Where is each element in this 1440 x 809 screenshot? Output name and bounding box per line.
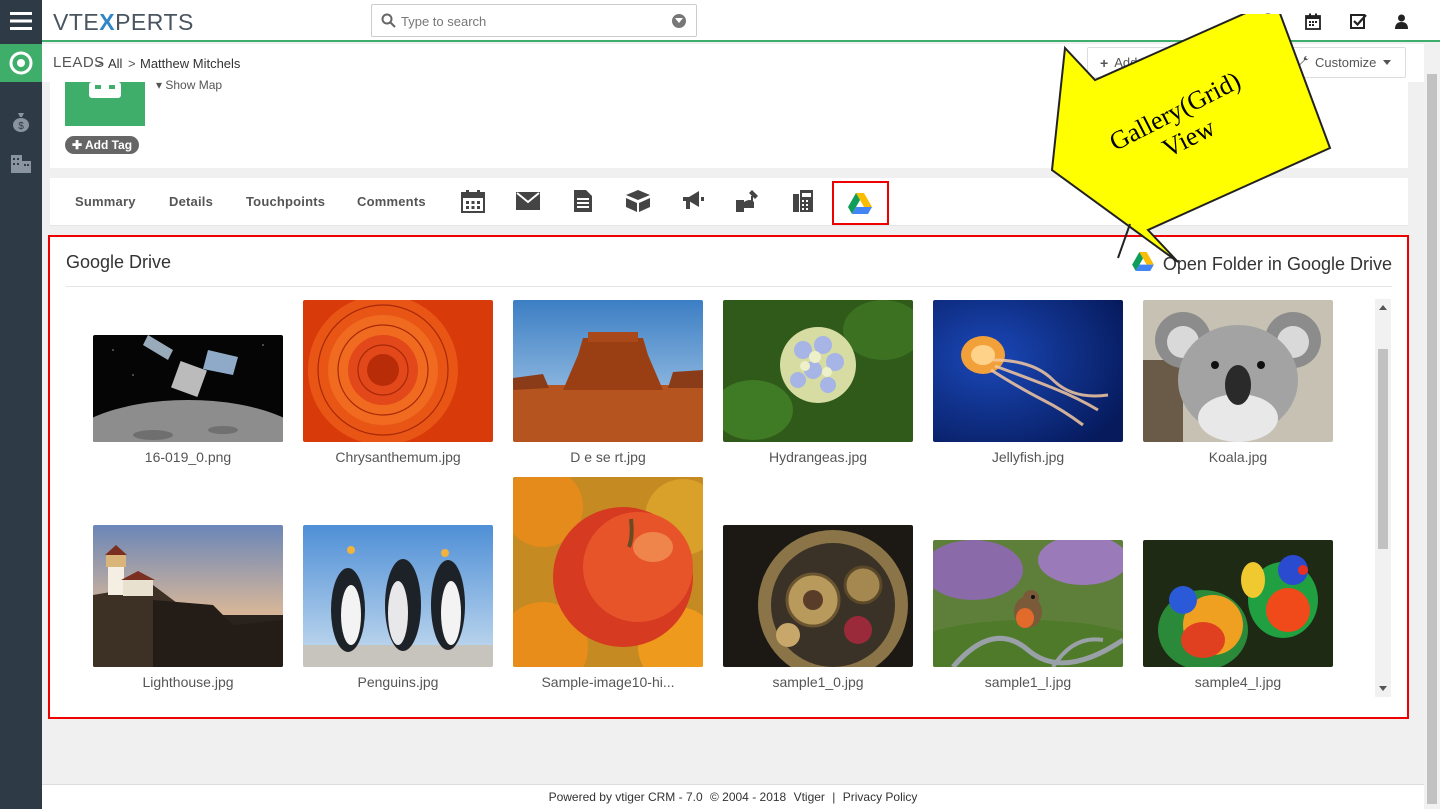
document-icon[interactable]	[570, 189, 596, 213]
chevron-right-icon: >	[95, 56, 103, 71]
file-thumbnail[interactable]	[1143, 300, 1333, 442]
tasks-checkbox-icon[interactable]	[1349, 12, 1367, 30]
scroll-up-icon[interactable]	[1379, 305, 1387, 310]
left-sidebar: $	[0, 0, 42, 809]
file-name[interactable]: 16-019_0.png	[93, 449, 283, 465]
search-icon	[381, 13, 396, 33]
tab-google-drive[interactable]	[832, 181, 889, 225]
file-thumbnail[interactable]	[93, 525, 283, 667]
vtiger-link[interactable]: Vtiger	[794, 790, 825, 804]
privacy-policy-link[interactable]: Privacy Policy	[843, 790, 918, 804]
file-thumbnail[interactable]	[303, 300, 493, 442]
file-name[interactable]: Chrysanthemum.jpg	[303, 449, 493, 465]
page-scroll-thumb[interactable]	[1427, 74, 1437, 804]
calendar-icon[interactable]	[460, 189, 486, 213]
file-thumbnail[interactable]	[513, 477, 703, 667]
divider	[66, 286, 1392, 287]
breadcrumb-record: Matthew Mitchels	[140, 56, 241, 71]
product-box-icon[interactable]	[625, 189, 651, 213]
google-drive-icon	[848, 193, 872, 219]
leads-module-icon[interactable]	[0, 44, 42, 82]
chevron-right-icon: >	[128, 56, 136, 71]
file-thumbnail[interactable]	[933, 300, 1123, 442]
tab-comments[interactable]: Comments	[357, 194, 426, 209]
svg-text:$: $	[18, 121, 24, 132]
email-icon[interactable]	[515, 189, 541, 213]
tab-summary[interactable]: Summary	[75, 194, 136, 209]
scroll-down-icon[interactable]	[1379, 686, 1387, 691]
file-name[interactable]: sample1_l.jpg	[933, 674, 1123, 690]
phone-icon[interactable]	[790, 189, 816, 213]
tab-details[interactable]: Details	[169, 194, 213, 209]
file-name[interactable]: Penguins.jpg	[303, 674, 493, 690]
file-name[interactable]: Lighthouse.jpg	[93, 674, 283, 690]
footer: Powered by vtiger CRM - 7.0 © 2004 - 201…	[42, 784, 1424, 809]
lead-avatar	[65, 82, 145, 126]
file-name[interactable]: Hydrangeas.jpg	[723, 449, 913, 465]
panel-title: Google Drive	[66, 252, 172, 272]
caret-down-icon	[1383, 60, 1392, 65]
money-bag-icon[interactable]: $	[0, 104, 42, 140]
gallery-scrollbar[interactable]	[1375, 299, 1391, 697]
file-name[interactable]: Sample-image10-hi...	[513, 674, 703, 690]
plus-circle-icon: ✚	[72, 138, 83, 152]
file-thumbnail[interactable]	[723, 525, 913, 667]
file-thumbnail[interactable]	[723, 300, 913, 442]
add-tag-button[interactable]: ✚ Add Tag	[65, 136, 140, 154]
file-name[interactable]: Jellyfish.jpg	[933, 449, 1123, 465]
file-thumbnail[interactable]	[513, 300, 703, 442]
footer-separator: |	[832, 790, 836, 804]
powered-by-text: Powered by vtiger CRM - 7.0	[548, 790, 703, 804]
breadcrumb-filter[interactable]: All	[108, 56, 122, 71]
organization-icon[interactable]	[0, 145, 42, 181]
show-map-link[interactable]: ▾ Show Map	[156, 78, 222, 92]
file-thumbnail[interactable]	[303, 525, 493, 667]
google-drive-panel: Google Drive Open Folder in Google Drive…	[48, 235, 1409, 719]
copyright-text: © 2004 - 2018	[709, 790, 787, 804]
vtexperts-logo[interactable]: VTEXPERTS	[53, 9, 194, 36]
menu-icon[interactable]	[0, 0, 42, 42]
file-thumbnail[interactable]	[933, 540, 1123, 667]
page-scrollbar[interactable]	[1424, 44, 1440, 809]
file-name[interactable]: Koala.jpg	[1143, 449, 1333, 465]
support-tools-icon[interactable]	[735, 189, 761, 213]
megaphone-icon[interactable]	[680, 189, 706, 213]
file-thumbnail[interactable]	[1143, 540, 1333, 667]
file-name[interactable]: sample1_0.jpg	[723, 674, 913, 690]
scroll-thumb[interactable]	[1378, 349, 1388, 549]
file-thumbnail[interactable]	[93, 335, 283, 442]
search-dropdown-icon[interactable]	[672, 14, 686, 28]
file-name[interactable]: D e se rt.jpg	[513, 449, 703, 465]
add-tag-label: Add Tag	[84, 138, 133, 152]
tab-touchpoints[interactable]: Touchpoints	[246, 194, 325, 209]
search-input[interactable]	[401, 11, 661, 31]
user-profile-icon[interactable]	[1392, 12, 1410, 30]
file-name[interactable]: sample4_l.jpg	[1143, 674, 1333, 690]
global-search	[371, 4, 697, 37]
